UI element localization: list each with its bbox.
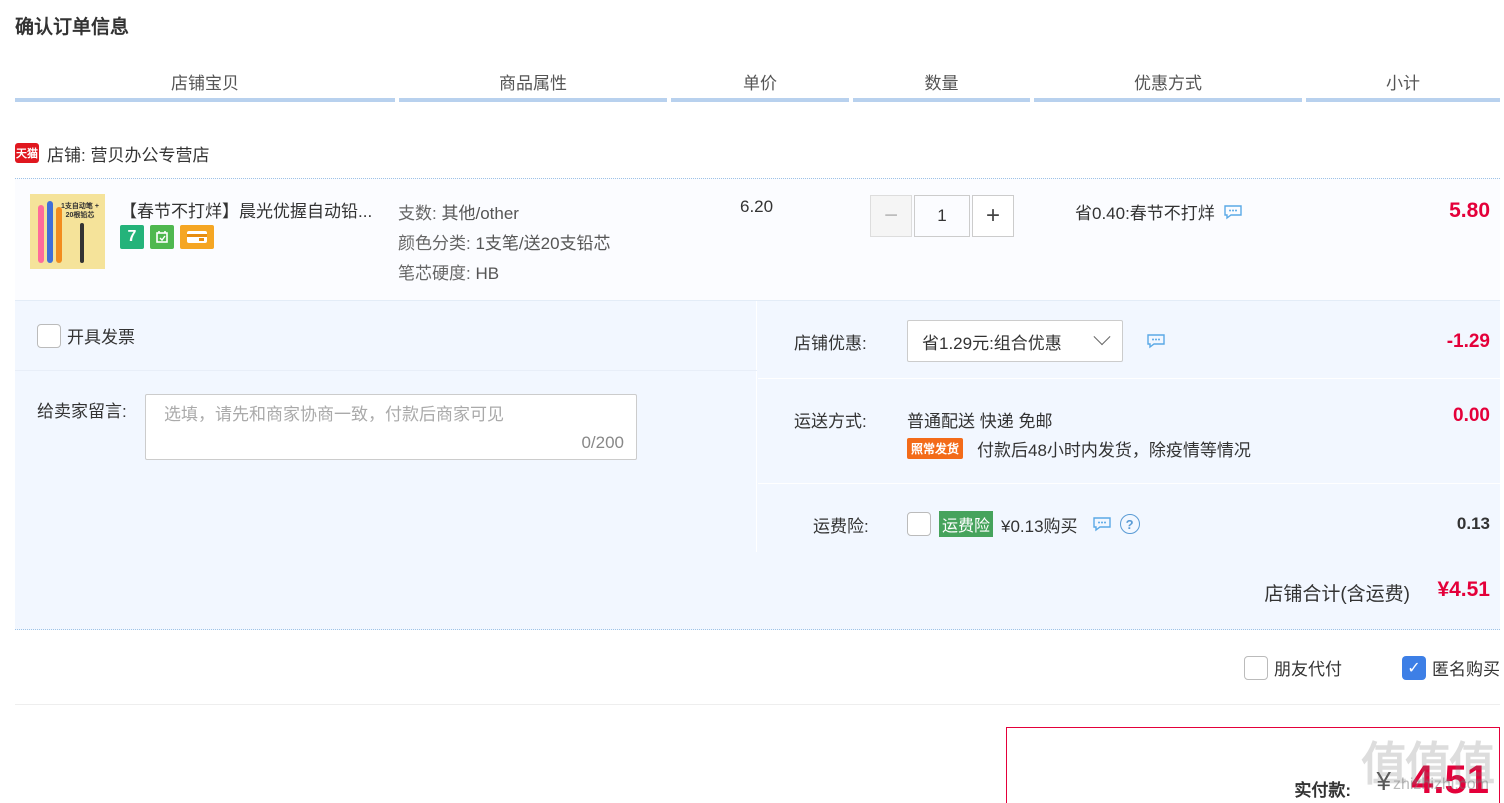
divider — [15, 704, 1500, 705]
seller-message-label: 给卖家留言: — [37, 402, 127, 421]
attribute-row: 颜色分类: 1支笔/送20支铅芯 — [398, 234, 611, 253]
friend-pay-checkbox[interactable] — [1244, 655, 1268, 680]
shop-discount-amount: -1.29 — [1446, 331, 1490, 352]
thumbnail-caption: 1支自动笔 + 20根铅芯 — [61, 203, 99, 219]
decrease-quantity-button[interactable]: − — [870, 195, 912, 237]
increase-quantity-button[interactable]: + — [972, 195, 1014, 237]
final-payment-label: 实付款: — [1294, 781, 1351, 800]
column-header-discount: 优惠方式 — [1034, 72, 1302, 102]
insurance-label: 运费险: — [813, 517, 869, 536]
shop-options: 店铺优惠: 省1.29元:组合优惠 -1.29 运送方式: 0.00 普通配送 … — [758, 301, 1500, 552]
shop-total-bar: 店铺合计(含运费) ¥4.51 — [15, 552, 1500, 630]
seven-day-return-icon[interactable]: 7 — [120, 225, 144, 249]
shop-name-link[interactable]: 店铺: 营贝办公专营店 — [47, 141, 209, 166]
pen-image — [47, 201, 53, 263]
ships-normally-badge: 照常发货 — [907, 438, 964, 459]
invoice-label: 开具发票 — [67, 328, 135, 347]
column-header-attributes: 商品属性 — [399, 72, 667, 102]
insurance-price: ¥0.13购买 — [1001, 516, 1078, 536]
card-icon[interactable] — [180, 225, 214, 249]
service-icons: 7 — [120, 225, 214, 249]
shipping-label: 运送方式: — [794, 412, 867, 431]
chat-bubble-icon[interactable] — [1092, 516, 1112, 532]
quantity-input[interactable]: 1 — [914, 195, 970, 237]
quantity-stepper: − 1 + — [870, 195, 1014, 237]
shop-discount-label: 店铺优惠: — [794, 334, 867, 353]
column-header-shop-items: 店铺宝贝 — [15, 72, 395, 102]
tmall-icon: 天猫 — [15, 143, 39, 163]
shipping-note-row: 照常发货 付款后48小时内发货，除疫情等情况 — [907, 436, 1251, 461]
attribute-row: 笔芯硬度: HB — [398, 264, 500, 283]
shop-discount-selected: 省1.29元:组合优惠 — [922, 333, 1062, 353]
attribute-row: 支数: 其他/other — [398, 204, 519, 223]
payment-options: 朋友代付 ✓ 匿名购买 — [1244, 655, 1500, 680]
product-thumbnail[interactable]: 1支自动笔 + 20根铅芯 — [30, 194, 105, 269]
shipping-amount: 0.00 — [1453, 405, 1490, 426]
anonymous-purchase-label: 匿名购买 — [1432, 660, 1500, 679]
buyer-options: 开具发票 给卖家留言: 0/200 — [15, 301, 757, 552]
insurance-checkbox[interactable] — [907, 512, 931, 536]
insurance-amount: 0.13 — [1456, 514, 1490, 533]
chevron-down-icon — [1093, 328, 1111, 346]
product-attributes: 支数: 其他/other 颜色分类: 1支笔/送20支铅芯 笔芯硬度: HB — [398, 199, 611, 289]
invoice-checkbox[interactable] — [37, 323, 61, 348]
pen-image — [38, 205, 44, 263]
seller-message-input[interactable] — [164, 405, 624, 425]
final-payment-box: 实付款: ¥ 4.51 值值值 zhizhizhi.com — [1006, 727, 1500, 803]
order-options: 开具发票 给卖家留言: 0/200 店铺优惠: 省1.29元:组合优惠 -1.2… — [15, 301, 1500, 552]
chat-bubble-icon[interactable] — [1223, 204, 1243, 220]
insurance-option: 运费险 ¥0.13购买 ? — [907, 511, 1140, 537]
chat-bubble-icon[interactable] — [1146, 333, 1166, 349]
shop-row: 天猫 店铺: 营贝办公专营店 — [15, 140, 209, 166]
lead-image — [80, 223, 84, 263]
column-header-unit-price: 单价 — [671, 72, 849, 102]
discount-text: 省0.40:春节不打烊 — [1075, 204, 1215, 223]
column-header-quantity: 数量 — [853, 72, 1030, 102]
shop-discount-row: 店铺优惠: 省1.29元:组合优惠 -1.29 — [758, 301, 1500, 379]
friend-pay-option[interactable]: 朋友代付 — [1244, 655, 1342, 680]
friend-pay-label: 朋友代付 — [1274, 660, 1342, 679]
item-discount: 省0.40:春节不打烊 — [1075, 199, 1243, 224]
help-icon[interactable]: ? — [1119, 514, 1140, 534]
item-subtotal: 5.80 — [1449, 199, 1490, 222]
divider — [15, 370, 757, 371]
shop-total-amount: ¥4.51 — [1437, 578, 1490, 601]
shipping-note: 付款后48小时内发货，除疫情等情况 — [977, 441, 1251, 460]
invoice-option[interactable]: 开具发票 — [37, 323, 135, 348]
shipping-row: 运送方式: 0.00 — [758, 379, 1500, 484]
product-title-link[interactable]: 【春节不打烊】晨光优握自动铅... — [120, 197, 390, 222]
page-title: 确认订单信息 — [15, 17, 130, 38]
anonymous-purchase-option[interactable]: ✓ 匿名购买 — [1402, 655, 1500, 680]
shop-discount-select[interactable]: 省1.29元:组合优惠 — [907, 320, 1123, 362]
character-count: 0/200 — [581, 433, 624, 452]
column-header-subtotal: 小计 — [1306, 72, 1500, 102]
order-item: 1支自动笔 + 20根铅芯 【春节不打烊】晨光优握自动铅... 7 支数: 其他… — [15, 178, 1500, 301]
shipping-method: 普通配送 快递 免邮 — [907, 412, 1053, 431]
seller-message-box[interactable]: 0/200 — [145, 394, 637, 460]
insurance-badge: 运费险 — [939, 511, 994, 537]
watermark-url: zhizhizhi.com — [1392, 776, 1489, 793]
unit-price: 6.20 — [740, 197, 774, 216]
anonymous-purchase-checkbox[interactable]: ✓ — [1402, 655, 1426, 680]
shipping-box-icon[interactable] — [150, 225, 174, 249]
shop-total-label: 店铺合计(含运费) — [1264, 584, 1410, 605]
